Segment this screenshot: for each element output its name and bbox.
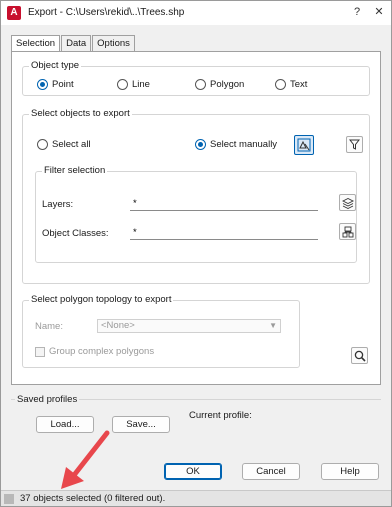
status-bar: 37 objects selected (0 filtered out). [1, 490, 391, 506]
tab-options[interactable]: Options [92, 35, 135, 51]
object-type-group: Object type Point Line Polygon Text [22, 60, 370, 96]
filter-selection-title: Filter selection [42, 165, 108, 176]
radio-line[interactable]: Line [117, 79, 150, 90]
radio-text[interactable]: Text [275, 79, 307, 90]
radio-polygon-label: Polygon [210, 79, 245, 90]
export-dialog: A Export - C:\Users\rekid\..\Trees.shp ?… [0, 0, 392, 507]
radio-line-label: Line [132, 79, 150, 90]
quick-select-filter-icon [349, 139, 360, 150]
layers-icon [341, 197, 354, 209]
radio-select-all[interactable]: Select all [37, 139, 91, 150]
group-complex-polygons-checkbox[interactable] [35, 347, 45, 357]
select-objects-icon [297, 138, 311, 152]
ok-button[interactable]: OK [164, 463, 222, 480]
layers-button[interactable] [339, 194, 356, 211]
topology-name-label: Name: [35, 321, 63, 332]
radio-point-indicator[interactable] [37, 79, 48, 90]
topology-name-select[interactable]: <None> ▼ [97, 319, 281, 333]
radio-polygon-indicator[interactable] [195, 79, 206, 90]
current-profile-label: Current profile: [189, 410, 252, 421]
autocad-map-app-icon: A [7, 6, 21, 20]
radio-text-label: Text [290, 79, 308, 90]
window-title: Export - C:\Users\rekid\..\Trees.shp [28, 7, 185, 18]
filter-selection-group: Filter selection Layers: Object Classes: [35, 165, 357, 263]
radio-point[interactable]: Point [37, 79, 74, 90]
saved-profiles-title: Saved profiles [15, 394, 80, 405]
select-objects-group: Select objects to export Select all Sele… [22, 108, 370, 284]
group-complex-polygons-label: Group complex polygons [49, 346, 155, 357]
title-bar: A Export - C:\Users\rekid\..\Trees.shp ?… [1, 1, 391, 25]
radio-polygon[interactable]: Polygon [195, 79, 244, 90]
status-text: 37 objects selected (0 filtered out). [20, 493, 166, 504]
status-grip [4, 494, 14, 504]
object-classes-input[interactable] [130, 226, 318, 240]
radio-select-all-indicator[interactable] [37, 139, 48, 150]
zoom-magnifier-icon [354, 350, 366, 362]
object-classes-label: Object Classes: [42, 228, 109, 239]
help-button[interactable]: Help [321, 463, 379, 480]
polygon-topology-title: Select polygon topology to export [29, 294, 174, 305]
radio-select-manually-indicator[interactable] [195, 139, 206, 150]
tab-selection[interactable]: Selection [11, 35, 61, 52]
annotation-arrow [61, 430, 110, 489]
quick-select-filter-button[interactable] [346, 136, 363, 153]
title-help-button[interactable]: ? [347, 3, 367, 21]
polygon-topology-group: Select polygon topology to export Name: … [22, 294, 300, 368]
radio-text-indicator[interactable] [275, 79, 286, 90]
cancel-button[interactable]: Cancel [242, 463, 300, 480]
topology-name-value: <None> [101, 320, 135, 331]
radio-select-manually-label: Select manually [210, 139, 278, 150]
object-classes-button[interactable] [339, 223, 356, 240]
tab-strip: Selection Data Options [11, 35, 136, 52]
selection-tab-panel: Object type Point Line Polygon Text Sele… [11, 51, 381, 385]
zoom-button[interactable] [351, 347, 368, 364]
save-profile-button[interactable]: Save... [112, 416, 170, 433]
chevron-down-icon: ▼ [269, 321, 277, 330]
radio-line-indicator[interactable] [117, 79, 128, 90]
select-objects-button[interactable] [294, 135, 314, 155]
radio-select-all-label: Select all [52, 139, 91, 150]
radio-select-manually[interactable]: Select manually [195, 139, 277, 150]
radio-point-label: Point [52, 79, 74, 90]
layers-label: Layers: [42, 199, 74, 210]
layers-input[interactable] [130, 197, 318, 211]
select-objects-title: Select objects to export [29, 108, 132, 119]
object-classes-icon [342, 226, 353, 237]
object-type-title: Object type [29, 60, 82, 71]
tab-data[interactable]: Data [61, 35, 92, 51]
close-button[interactable]: ✕ [369, 3, 389, 21]
